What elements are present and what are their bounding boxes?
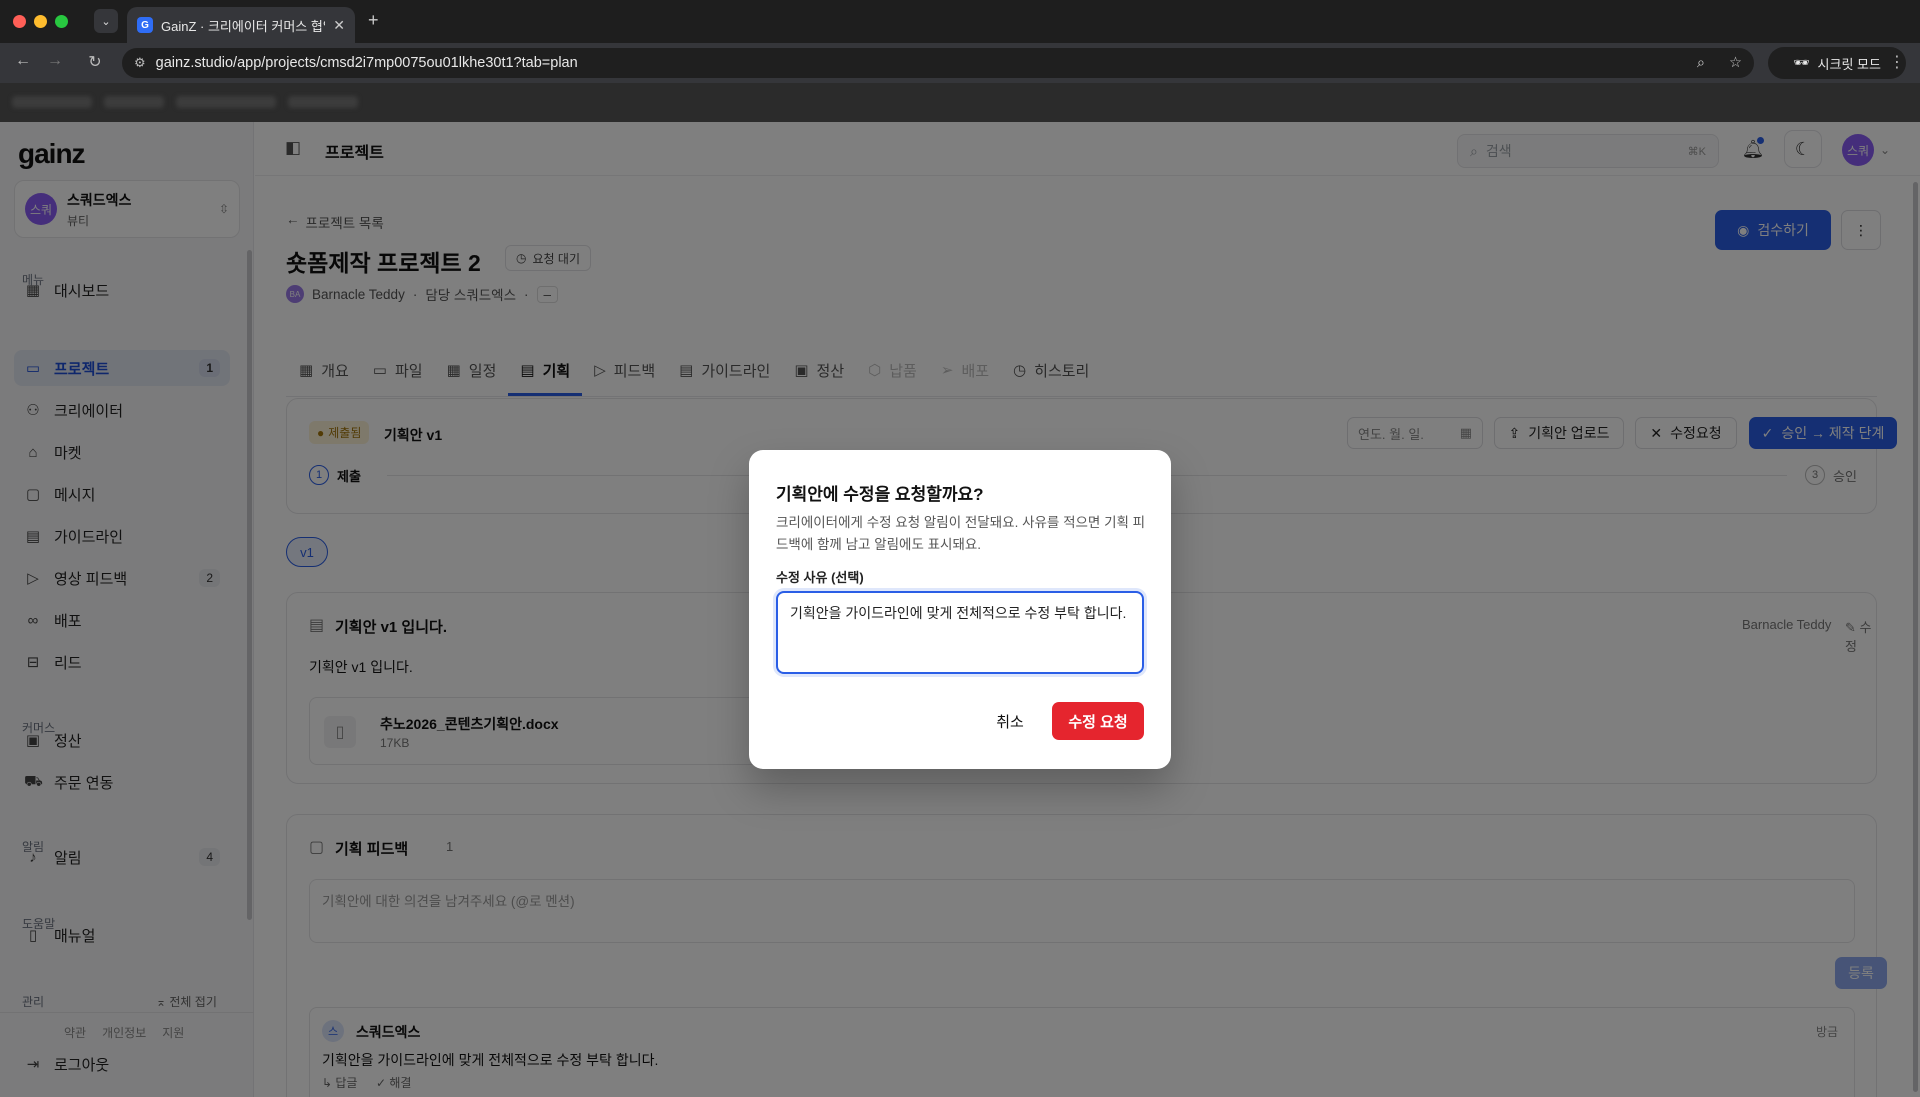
browser-toolbar: ← → ↻ ⚙ gainz.studio/app/projects/cmsd2i… <box>0 43 1920 83</box>
zoom-icon[interactable]: ⌕ <box>1697 55 1705 71</box>
reason-textarea[interactable]: 기획안을 가이드라인에 맞게 전체적으로 수정 부탁 합니다. <box>776 591 1144 674</box>
browser-menu-icon[interactable]: ⋮ <box>1886 52 1908 72</box>
tab-title: GainZ · 크리에이터 커머스 협업 C <box>161 18 325 34</box>
minimize-window-button[interactable] <box>34 15 47 28</box>
reason-label: 수정 사유 (선택) <box>776 570 864 585</box>
browser-tab-bar: ⌄ G GainZ · 크리에이터 커머스 협업 C ✕ + <box>0 0 1920 43</box>
url-text: gainz.studio/app/projects/cmsd2i7mp0075o… <box>155 55 578 71</box>
tab-search-icon[interactable]: ⌄ <box>94 9 118 33</box>
bookmark-star-icon[interactable]: ☆ <box>1729 55 1742 71</box>
revision-request-dialog: 기획안에 수정을 요청할까요? 크리에이터에게 수정 요청 알림이 전달돼요. … <box>749 450 1171 769</box>
back-icon[interactable]: ← <box>12 52 34 70</box>
favicon-icon: G <box>137 17 153 33</box>
site-info-icon[interactable]: ⚙ <box>134 55 146 71</box>
browser-tab[interactable]: G GainZ · 크리에이터 커머스 협업 C ✕ <box>127 7 355 43</box>
maximize-window-button[interactable] <box>55 15 68 28</box>
address-bar[interactable]: ⚙ gainz.studio/app/projects/cmsd2i7mp007… <box>122 48 1754 78</box>
bookmarks-bar <box>0 83 1920 122</box>
reload-icon[interactable]: ↻ <box>84 52 106 72</box>
close-window-button[interactable] <box>13 15 26 28</box>
dialog-title: 기획안에 수정을 요청할까요? <box>776 485 984 504</box>
dialog-description: 크리에이터에게 수정 요청 알림이 전달돼요. 사유를 적으면 기획 피드백에 … <box>776 515 1146 552</box>
cancel-button[interactable]: 취소 <box>982 702 1038 740</box>
incognito-label: 시크릿 모드 <box>1817 56 1881 72</box>
incognito-icon: 🕶 <box>1793 55 1810 70</box>
close-tab-icon[interactable]: ✕ <box>333 17 345 34</box>
new-tab-icon[interactable]: + <box>368 10 379 31</box>
forward-icon[interactable]: → <box>44 52 66 70</box>
confirm-revision-button[interactable]: 수정 요청 <box>1052 702 1144 740</box>
